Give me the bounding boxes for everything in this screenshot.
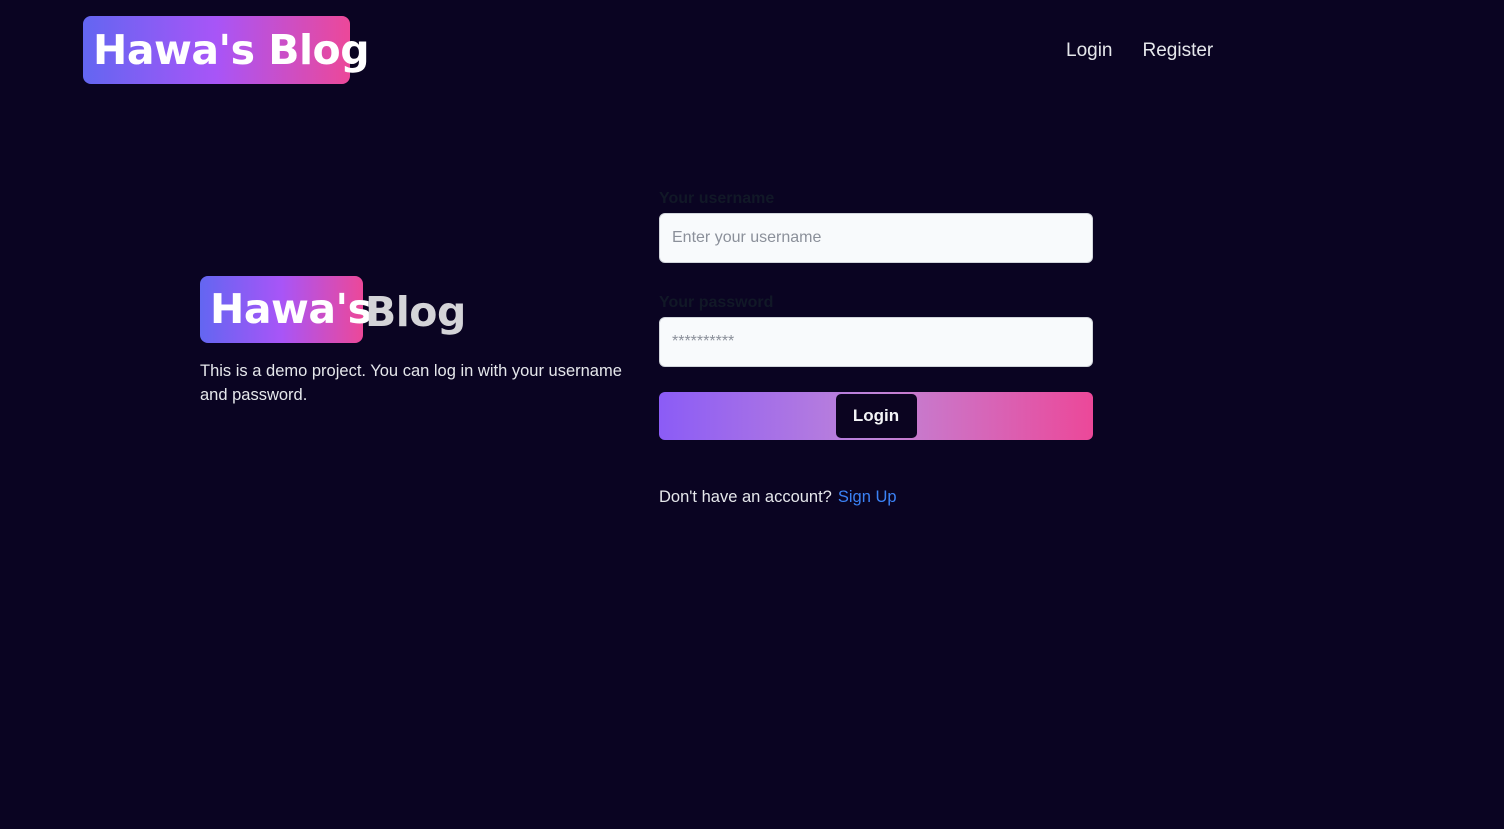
password-input[interactable]: [659, 317, 1093, 367]
hero-title-badge: Hawa's: [200, 276, 372, 343]
hero-title-badge-text: Hawa's: [210, 285, 372, 333]
username-input[interactable]: [659, 213, 1093, 263]
site-logo[interactable]: Hawa's Blog: [83, 16, 370, 84]
signup-prompt: Don't have an account?: [659, 488, 832, 506]
signup-link[interactable]: Sign Up: [838, 488, 897, 506]
login-button[interactable]: Login: [835, 394, 917, 438]
top-nav: Login Register: [1066, 40, 1213, 62]
password-label: Your password: [659, 294, 774, 311]
hero-title-rest: Blog: [365, 288, 466, 336]
username-label: Your username: [659, 190, 775, 207]
login-button-frame: Login: [659, 392, 1093, 440]
nav-login-link[interactable]: Login: [1066, 40, 1113, 62]
hero-description: This is a demo project. You can log in w…: [200, 362, 622, 404]
nav-register-link[interactable]: Register: [1143, 40, 1214, 62]
signup-row: Don't have an account? Sign Up: [659, 486, 897, 508]
hero-title: Hawa's Blog: [200, 276, 466, 343]
site-logo-text: Hawa's Blog: [93, 25, 370, 74]
